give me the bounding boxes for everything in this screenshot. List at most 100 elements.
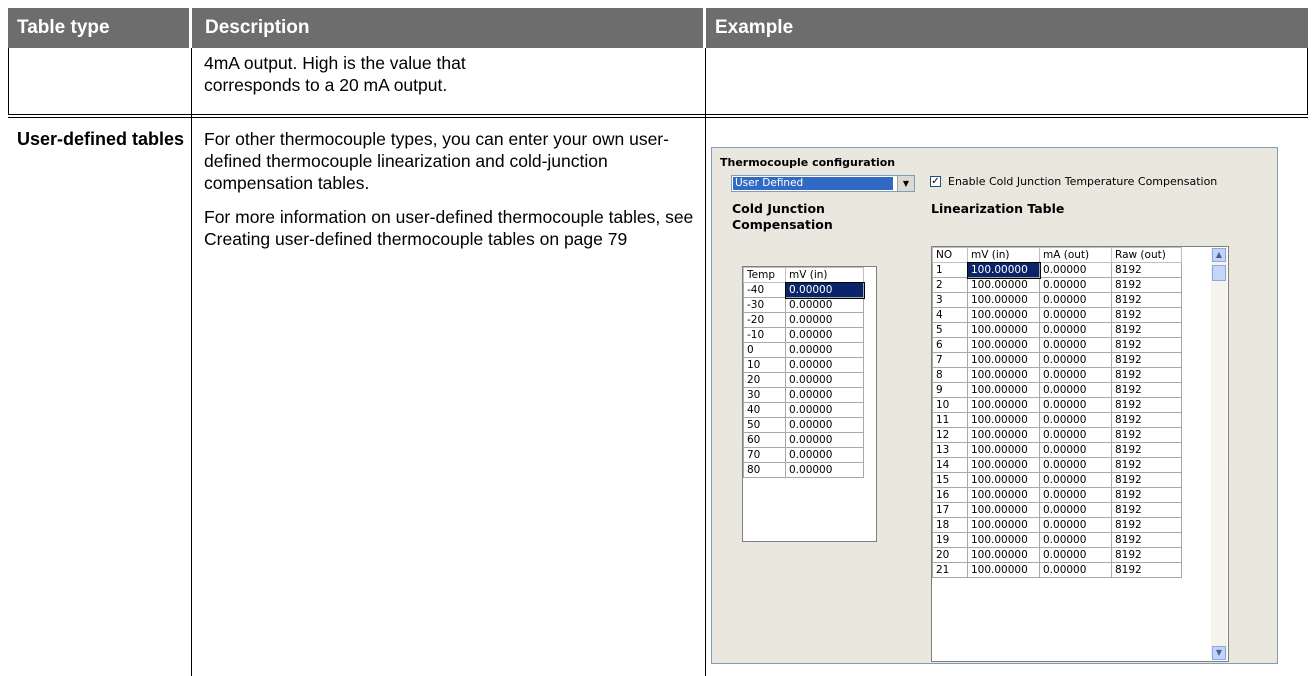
table-cell[interactable]: 8192: [1111, 292, 1182, 308]
table-cell[interactable]: 100.00000: [967, 517, 1040, 533]
table-cell[interactable]: 15: [932, 472, 968, 488]
table-cell[interactable]: 0.00000: [1039, 457, 1112, 473]
table-cell[interactable]: 0.00000: [785, 402, 864, 418]
table-cell[interactable]: 0.00000: [785, 297, 864, 313]
table-cell[interactable]: 8192: [1111, 457, 1182, 473]
table-cell[interactable]: 0.00000: [1039, 502, 1112, 518]
table-cell[interactable]: 8192: [1111, 442, 1182, 458]
table-cell[interactable]: 0.00000: [785, 387, 864, 403]
table-cell[interactable]: 2: [932, 277, 968, 293]
table-cell[interactable]: 9: [932, 382, 968, 398]
table-cell[interactable]: 0.00000: [1039, 487, 1112, 503]
table-cell[interactable]: 8192: [1111, 277, 1182, 293]
table-cell[interactable]: 0.00000: [785, 417, 864, 433]
table-cell[interactable]: 8192: [1111, 562, 1182, 578]
column-header[interactable]: mV (in): [785, 267, 864, 283]
table-cell[interactable]: 0.00000: [1039, 547, 1112, 563]
table-cell[interactable]: 8192: [1111, 337, 1182, 353]
table-cell[interactable]: 8192: [1111, 367, 1182, 383]
table-cell[interactable]: 8192: [1111, 547, 1182, 563]
table-cell[interactable]: 0.00000: [1039, 397, 1112, 413]
table-cell[interactable]: 0.00000: [785, 327, 864, 343]
table-cell[interactable]: 100.00000: [967, 382, 1040, 398]
table-cell[interactable]: 100.00000: [967, 322, 1040, 338]
table-cell[interactable]: 12: [932, 427, 968, 443]
table-cell[interactable]: 100.00000: [967, 412, 1040, 428]
table-cell[interactable]: 0.00000: [1039, 427, 1112, 443]
table-cell[interactable]: 8192: [1111, 427, 1182, 443]
column-header[interactable]: mV (in): [967, 247, 1040, 263]
table-cell[interactable]: 7: [932, 352, 968, 368]
table-cell[interactable]: 8192: [1111, 262, 1182, 278]
table-cell[interactable]: 4: [932, 307, 968, 323]
table-cell[interactable]: 0.00000: [1039, 517, 1112, 533]
table-cell[interactable]: 19: [932, 532, 968, 548]
table-cell[interactable]: 100.00000: [967, 487, 1040, 503]
scroll-down-icon[interactable]: ▼: [1212, 646, 1226, 660]
table-cell[interactable]: 100.00000: [967, 562, 1040, 578]
table-cell[interactable]: 0.00000: [1039, 472, 1112, 488]
table-cell[interactable]: 0.00000: [1039, 412, 1112, 428]
column-header[interactable]: NO: [932, 247, 968, 263]
table-cell[interactable]: 8192: [1111, 307, 1182, 323]
table-cell[interactable]: 5: [932, 322, 968, 338]
table-cell[interactable]: 100.00000: [967, 367, 1040, 383]
table-cell[interactable]: 0.00000: [785, 372, 864, 388]
table-cell[interactable]: 100.00000: [967, 442, 1040, 458]
table-cell[interactable]: 0.00000: [785, 342, 864, 358]
table-cell[interactable]: -20: [743, 312, 786, 328]
table-cell[interactable]: 3: [932, 292, 968, 308]
table-cell[interactable]: 21: [932, 562, 968, 578]
column-header[interactable]: mA (out): [1039, 247, 1112, 263]
table-cell[interactable]: 0.00000: [785, 432, 864, 448]
table-cell[interactable]: 1: [932, 262, 968, 278]
table-cell[interactable]: 11: [932, 412, 968, 428]
table-cell[interactable]: 13: [932, 442, 968, 458]
table-cell[interactable]: 10: [932, 397, 968, 413]
table-cell[interactable]: 18: [932, 517, 968, 533]
table-cell[interactable]: -40: [743, 282, 786, 298]
table-cell[interactable]: 0.00000: [1039, 562, 1112, 578]
table-cell[interactable]: 100.00000: [967, 352, 1040, 368]
table-cell[interactable]: 0.00000: [1039, 307, 1112, 323]
table-cell[interactable]: 16: [932, 487, 968, 503]
table-cell[interactable]: 0.00000: [784, 281, 865, 299]
vertical-scrollbar[interactable]: ▲ ▼: [1211, 248, 1227, 660]
scroll-up-icon[interactable]: ▲: [1212, 248, 1226, 262]
column-header[interactable]: Temp: [743, 267, 786, 283]
table-cell[interactable]: -10: [743, 327, 786, 343]
table-cell[interactable]: 50: [743, 417, 786, 433]
table-cell[interactable]: 80: [743, 462, 786, 478]
cold-junction-checkbox[interactable]: ✓: [930, 176, 941, 187]
scroll-thumb[interactable]: [1212, 265, 1226, 281]
table-cell[interactable]: 8192: [1111, 472, 1182, 488]
table-cell[interactable]: 8192: [1111, 517, 1182, 533]
table-cell[interactable]: 100.00000: [967, 457, 1040, 473]
table-cell[interactable]: 20: [932, 547, 968, 563]
type-dropdown[interactable]: User Defined ▼: [731, 175, 915, 192]
table-cell[interactable]: 8192: [1111, 502, 1182, 518]
table-cell[interactable]: 100.00000: [967, 472, 1040, 488]
linearization-grid[interactable]: NO mV (in) mA (out) Raw (out) 1 100.00000 0.00…: [931, 246, 1229, 662]
table-cell[interactable]: 8192: [1111, 352, 1182, 368]
table-cell[interactable]: 6: [932, 337, 968, 353]
table-cell[interactable]: 0.00000: [1039, 322, 1112, 338]
table-cell[interactable]: 14: [932, 457, 968, 473]
table-cell[interactable]: 0.00000: [1039, 382, 1112, 398]
table-cell[interactable]: 0.00000: [785, 357, 864, 373]
cold-junction-grid[interactable]: Temp mV (in) -40 0.00000 -30 0.00000 -20 0.0000…: [742, 266, 877, 542]
table-cell[interactable]: 100.00000: [966, 261, 1041, 279]
table-cell[interactable]: 100.00000: [967, 292, 1040, 308]
table-cell[interactable]: 0: [743, 342, 786, 358]
table-cell[interactable]: 0.00000: [785, 462, 864, 478]
table-cell[interactable]: 100.00000: [967, 307, 1040, 323]
table-cell[interactable]: 0.00000: [1039, 532, 1112, 548]
table-cell[interactable]: 8192: [1111, 322, 1182, 338]
table-cell[interactable]: 8192: [1111, 532, 1182, 548]
table-cell[interactable]: 0.00000: [1039, 337, 1112, 353]
table-cell[interactable]: 8: [932, 367, 968, 383]
table-cell[interactable]: 8192: [1111, 397, 1182, 413]
table-cell[interactable]: 8192: [1111, 382, 1182, 398]
table-cell[interactable]: 17: [932, 502, 968, 518]
column-header[interactable]: Raw (out): [1111, 247, 1182, 263]
